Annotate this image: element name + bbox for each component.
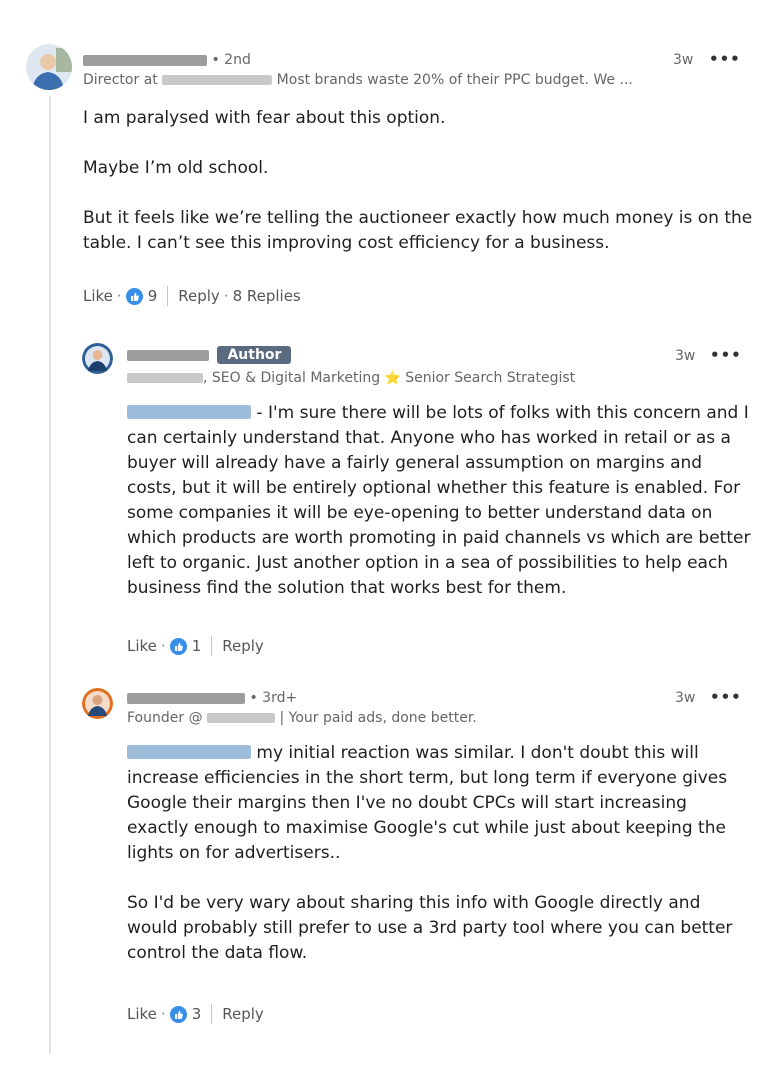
- like-count[interactable]: 1: [192, 637, 202, 655]
- replier-header: • 3rd+: [127, 690, 297, 706]
- comment-actions: Like · 9 Reply · 8 Replies: [83, 286, 301, 306]
- reply-actions: Like · 3 Reply: [127, 1004, 264, 1024]
- comment-paragraph: But it feels like we’re telling the auct…: [83, 208, 753, 253]
- headline-prefix: Director at: [83, 72, 163, 88]
- thumbs-up-icon: [169, 1005, 187, 1023]
- reply-actions: Like · 1 Reply: [127, 636, 264, 656]
- replier-headline: Founder @ | Your paid ads, done better.: [127, 710, 477, 726]
- star-icon: ⭐: [384, 371, 401, 386]
- like-count[interactable]: 3: [192, 1005, 202, 1023]
- reply-paragraph: So I'd be very wary about sharing this i…: [127, 893, 733, 963]
- author-name-redacted[interactable]: [127, 349, 209, 361]
- reply-time: 3w: [675, 690, 696, 706]
- divider: [167, 286, 169, 306]
- mention-redacted[interactable]: [127, 745, 251, 759]
- like-count[interactable]: 9: [148, 287, 158, 305]
- separator-dot: ·: [223, 287, 229, 305]
- more-options-icon[interactable]: •••: [710, 346, 742, 364]
- reply-paragraph: my initial reaction was similar. I don't…: [127, 741, 753, 866]
- commenter-header: • 2nd: [83, 52, 251, 68]
- headline-text: , SEO & Digital Marketing: [203, 370, 381, 386]
- thumbs-up-icon: [169, 637, 187, 655]
- commenter-avatar[interactable]: [26, 44, 72, 90]
- commenter-name-redacted[interactable]: [83, 54, 207, 66]
- reply-button[interactable]: Reply: [178, 287, 220, 305]
- comment-paragraph: Maybe I’m old school.: [83, 158, 269, 178]
- more-options-icon[interactable]: •••: [710, 688, 742, 706]
- reply-text: my initial reaction was similar. I don't…: [127, 743, 728, 863]
- more-options-icon[interactable]: •••: [709, 50, 741, 68]
- reply-body: my initial reaction was similar. I don't…: [127, 741, 753, 966]
- comment-time: 3w: [673, 52, 694, 68]
- comment-paragraph: I am paralysed with fear about this opti…: [83, 108, 446, 128]
- comment-body: I am paralysed with fear about this opti…: [83, 106, 753, 256]
- separator-dot: ·: [160, 637, 166, 655]
- divider: [211, 636, 213, 656]
- reply-button[interactable]: Reply: [222, 637, 264, 655]
- reply-time: 3w: [675, 348, 696, 364]
- author-avatar[interactable]: [82, 343, 113, 374]
- headline-prefix: Founder @: [127, 710, 208, 726]
- like-button[interactable]: Like: [83, 287, 113, 305]
- thumbs-up-icon: [125, 287, 143, 305]
- replier-name-redacted[interactable]: [127, 692, 245, 704]
- company-redacted: [127, 373, 203, 383]
- replies-count-link[interactable]: 8 Replies: [233, 287, 301, 305]
- commenter-degree: • 2nd: [207, 52, 251, 68]
- headline-suffix: Most brands waste 20% of their PPC budge…: [272, 72, 633, 88]
- divider: [211, 1004, 213, 1024]
- company-redacted: [207, 713, 276, 723]
- like-button[interactable]: Like: [127, 637, 157, 655]
- commenter-headline: Director at Most brands waste 20% of the…: [83, 72, 633, 88]
- author-header: Author: [127, 346, 292, 364]
- author-headline: , SEO & Digital Marketing ⭐ Senior Searc…: [127, 370, 575, 386]
- separator-dot: ·: [116, 287, 122, 305]
- like-button[interactable]: Like: [127, 1005, 157, 1023]
- replier-avatar[interactable]: [82, 688, 113, 719]
- mention-redacted[interactable]: [127, 405, 251, 419]
- replier-degree: • 3rd+: [245, 690, 298, 706]
- company-redacted: [162, 75, 273, 85]
- headline-tail: Senior Search Strategist: [400, 370, 576, 386]
- reply-button[interactable]: Reply: [222, 1005, 264, 1023]
- separator-dot: ·: [160, 1005, 166, 1023]
- headline-suffix: | Your paid ads, done better.: [275, 710, 477, 726]
- author-badge: Author: [217, 346, 292, 364]
- reply-body: - I'm sure there will be lots of folks w…: [127, 401, 753, 601]
- thread-line: [49, 96, 51, 1054]
- reply-text: - I'm sure there will be lots of folks w…: [127, 403, 751, 598]
